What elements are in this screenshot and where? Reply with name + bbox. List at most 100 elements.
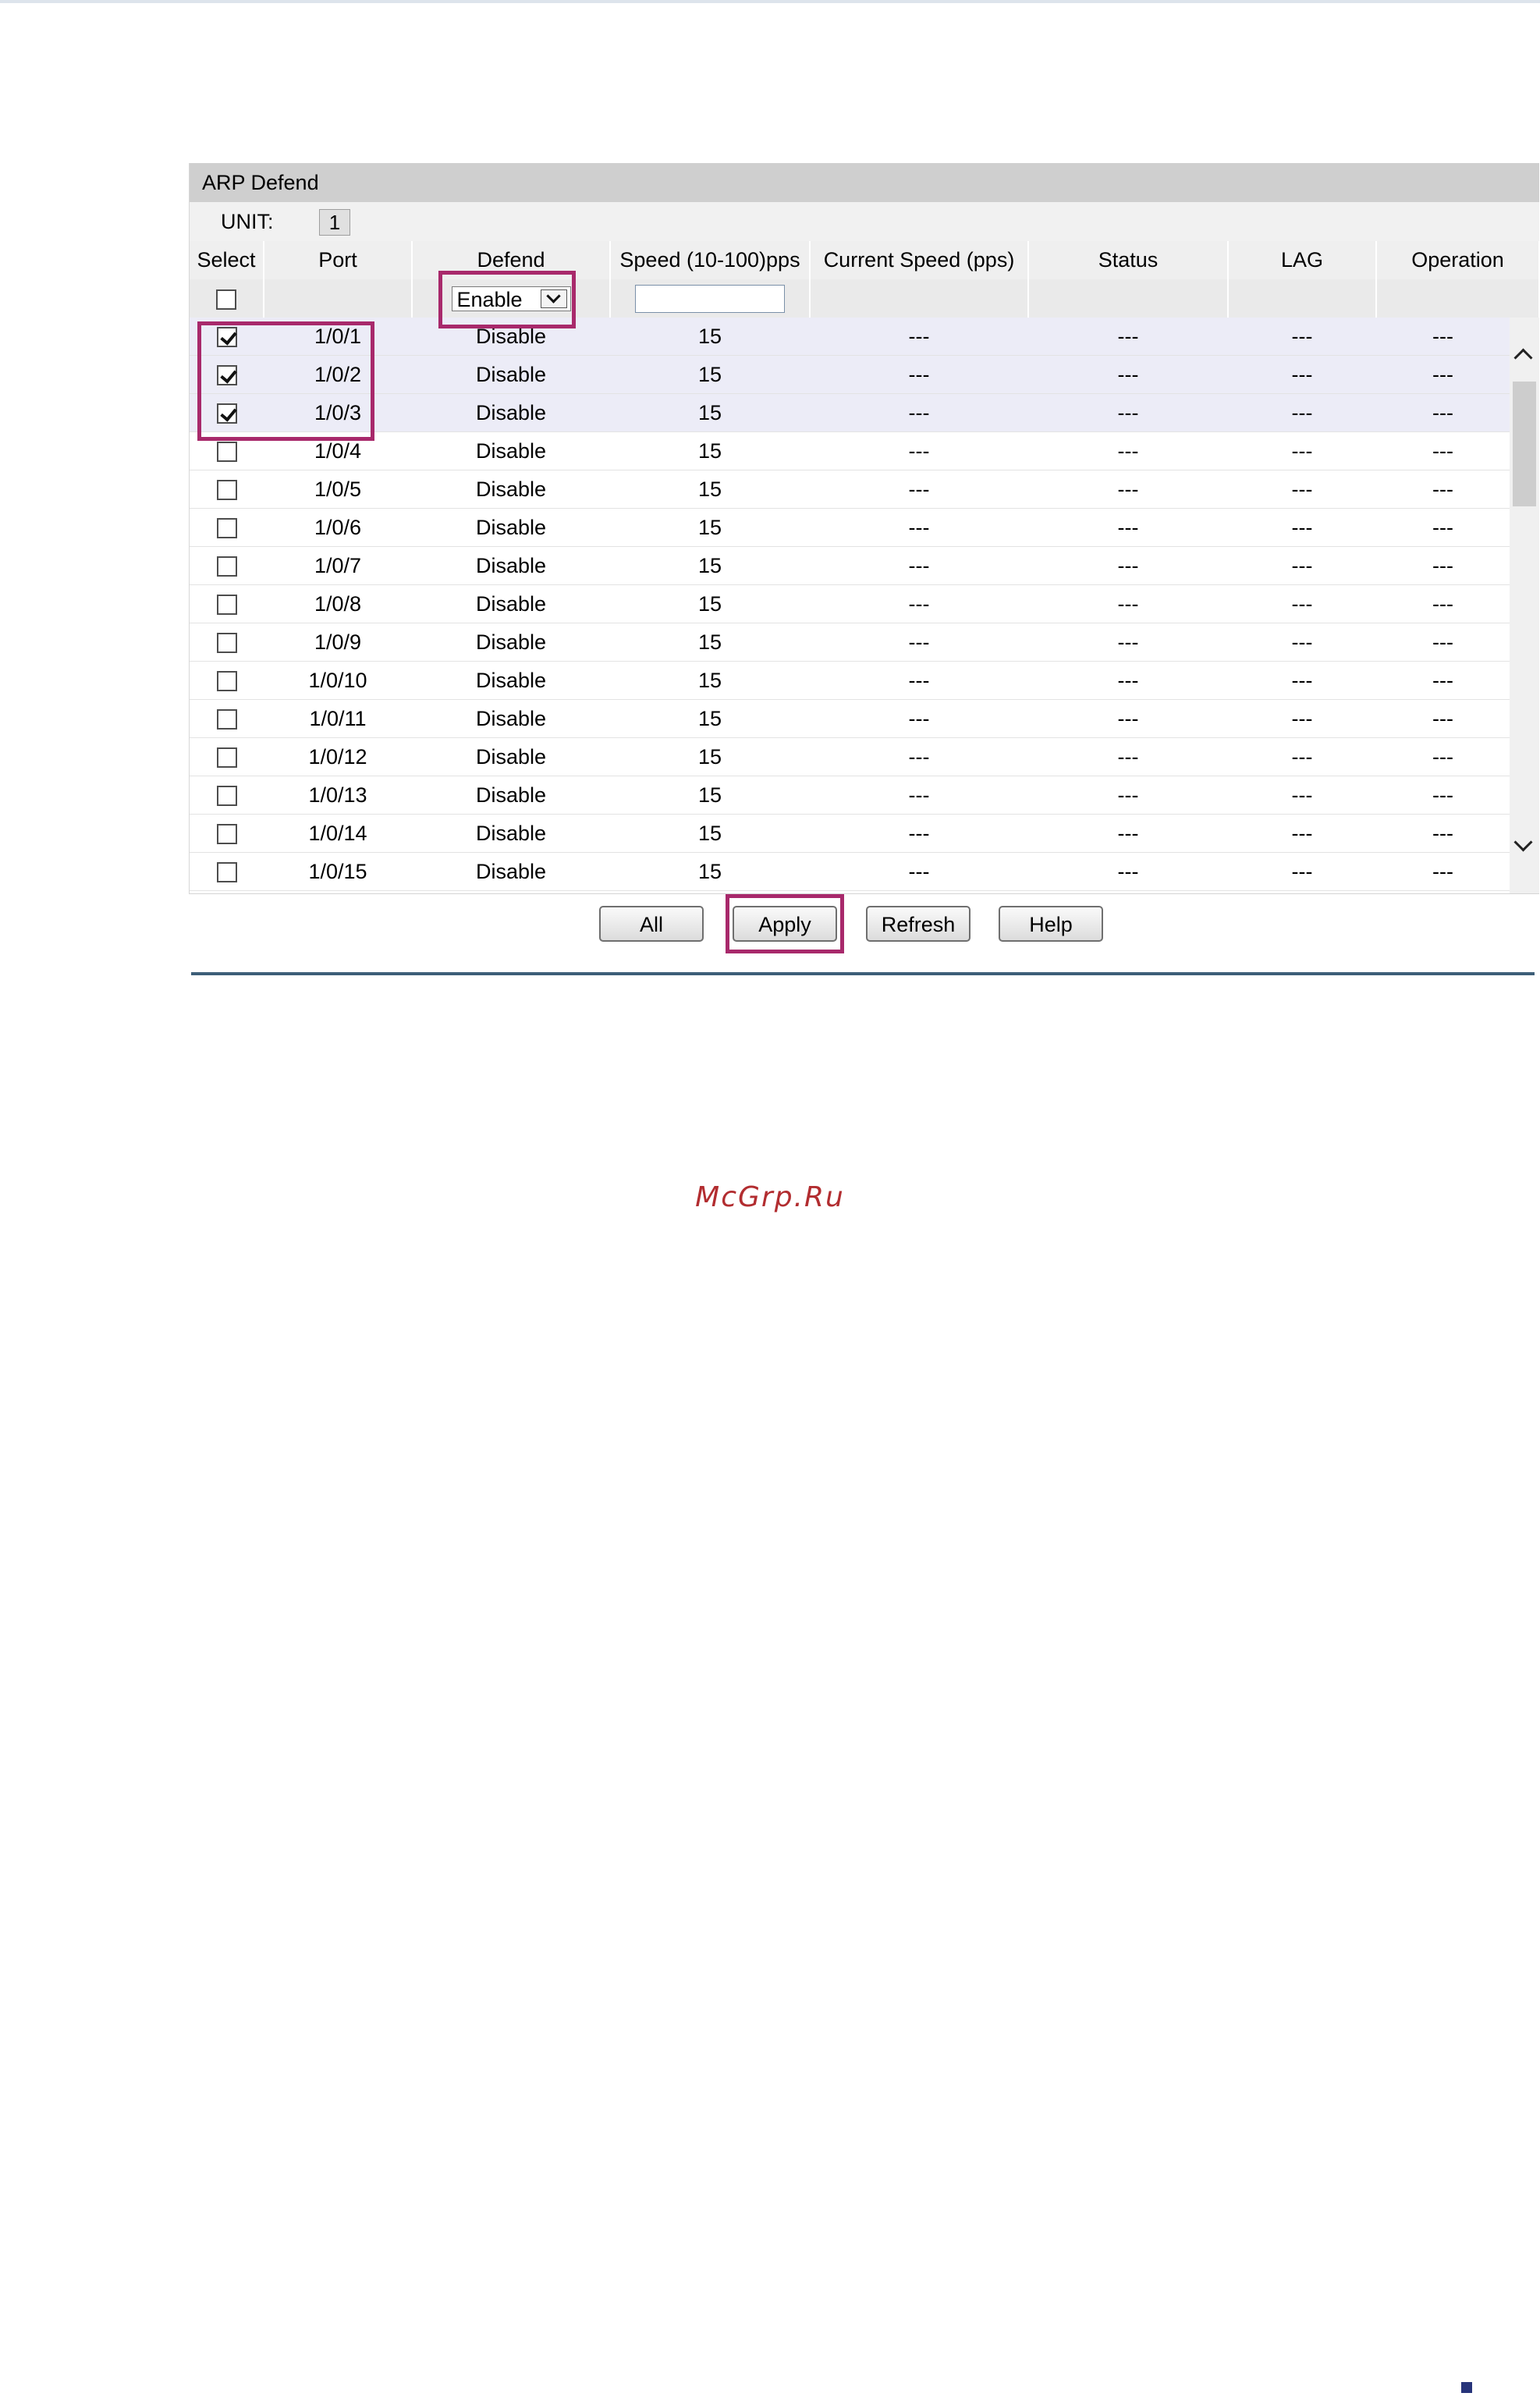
status-cell: --- (1028, 661, 1228, 700)
current-speed-cell: --- (810, 546, 1028, 585)
defend-cell: Disable (412, 852, 610, 891)
unit-label: UNIT: (221, 210, 274, 233)
status-cell: --- (1028, 814, 1228, 853)
defend-cell: Disable (412, 546, 610, 585)
table-row[interactable]: 1/0/15 Disable 15 --- --- --- --- (190, 852, 1510, 891)
col-header-port: Port (264, 241, 413, 279)
lag-cell: --- (1228, 431, 1376, 470)
table-row[interactable]: 1/0/12 Disable 15 --- --- --- --- (190, 737, 1510, 776)
port-cell: 1/0/12 (264, 737, 412, 776)
table-row[interactable]: 1/0/8 Disable 15 --- --- --- --- (190, 584, 1510, 623)
status-cell: --- (1028, 318, 1228, 356)
row-select-checkbox[interactable] (216, 671, 237, 692)
help-button[interactable]: Help (999, 906, 1103, 942)
defend-cell: Disable (412, 623, 610, 662)
select-all-checkbox[interactable] (216, 289, 236, 310)
table-row[interactable]: 1/0/11 Disable 15 --- --- --- --- (190, 699, 1510, 738)
speed-cell: 15 (610, 546, 810, 585)
table-row[interactable]: 1/0/13 Disable 15 --- --- --- --- (190, 776, 1510, 815)
operation-cell: --- (1376, 623, 1510, 662)
col-header-lag: LAG (1228, 241, 1377, 279)
all-button[interactable]: All (599, 906, 704, 942)
speed-cell: 15 (610, 699, 810, 738)
chevron-down-icon[interactable] (540, 289, 567, 308)
speed-input[interactable] (635, 284, 785, 313)
table-row[interactable]: 1/0/10 Disable 15 --- --- --- --- (190, 661, 1510, 700)
current-speed-cell: --- (810, 508, 1028, 547)
operation-cell: --- (1376, 431, 1510, 470)
row-select-checkbox[interactable] (216, 824, 237, 845)
row-select-checkbox[interactable] (216, 403, 237, 424)
row-select-checkbox[interactable] (216, 709, 237, 730)
speed-cell: 15 (610, 470, 810, 509)
lag-cell: --- (1228, 852, 1376, 891)
lag-cell: --- (1228, 776, 1376, 815)
speed-cell: 15 (610, 776, 810, 815)
table-row[interactable]: 1/0/7 Disable 15 --- --- --- --- (190, 546, 1510, 585)
operation-cell: --- (1376, 318, 1510, 356)
defend-cell: Disable (412, 737, 610, 776)
operation-cell: --- (1376, 508, 1510, 547)
row-select-checkbox[interactable] (216, 365, 237, 386)
defend-cell: Disable (412, 431, 610, 470)
chevron-down-icon[interactable] (1513, 833, 1533, 852)
lag-cell: --- (1228, 661, 1376, 700)
operation-cell: --- (1376, 737, 1510, 776)
port-cell: 1/0/7 (264, 546, 412, 585)
row-select-checkbox[interactable] (216, 480, 237, 501)
lag-cell: --- (1228, 355, 1376, 394)
row-select-checkbox[interactable] (216, 518, 237, 539)
defend-select[interactable]: Enable (451, 286, 571, 311)
speed-cell: 15 (610, 814, 810, 853)
col-header-speed: Speed (10-100)pps (610, 241, 811, 279)
button-bar: All Apply Refresh Help (0, 906, 1540, 943)
col-header-current-speed: Current Speed (pps) (810, 241, 1029, 279)
row-select-checkbox[interactable] (216, 786, 237, 807)
bulk-edit-row: Enable (190, 279, 1540, 318)
apply-button[interactable]: Apply (733, 906, 837, 942)
current-speed-cell: --- (810, 584, 1028, 623)
status-cell: --- (1028, 508, 1228, 547)
unit-row: UNIT: 1 (190, 202, 1539, 241)
lag-cell: --- (1228, 584, 1376, 623)
scrollbar-thumb[interactable] (1513, 382, 1536, 506)
speed-cell: 15 (610, 661, 810, 700)
row-select-checkbox[interactable] (216, 327, 237, 348)
row-select-checkbox[interactable] (216, 862, 237, 883)
table-row[interactable]: 1/0/4 Disable 15 --- --- --- --- (190, 431, 1510, 470)
current-speed-cell: --- (810, 776, 1028, 815)
operation-cell: --- (1376, 699, 1510, 738)
unit-selector[interactable]: 1 (319, 209, 350, 236)
port-cell: 1/0/3 (264, 393, 412, 432)
vertical-scrollbar[interactable] (1510, 318, 1539, 893)
port-table-scroll-area[interactable]: 1/0/1 Disable 15 --- --- --- --- 1/0/2 Disable 15… (190, 318, 1539, 894)
lag-cell: --- (1228, 393, 1376, 432)
defend-cell: Disable (412, 470, 610, 509)
speed-cell: 15 (610, 852, 810, 891)
row-select-checkbox[interactable] (216, 556, 237, 577)
speed-cell: 15 (610, 355, 810, 394)
row-select-checkbox[interactable] (216, 633, 237, 654)
lag-cell: --- (1228, 470, 1376, 509)
table-row[interactable]: 1/0/3 Disable 15 --- --- --- --- (190, 393, 1510, 432)
page-marker (1461, 2382, 1472, 2393)
table-row[interactable]: 1/0/14 Disable 15 --- --- --- --- (190, 814, 1510, 853)
speed-cell: 15 (610, 393, 810, 432)
row-select-checkbox[interactable] (216, 595, 237, 616)
table-row[interactable]: 1/0/9 Disable 15 --- --- --- --- (190, 623, 1510, 662)
watermark: McGrp.Ru (695, 1181, 845, 1213)
table-row[interactable]: 1/0/1 Disable 15 --- --- --- --- (190, 318, 1510, 356)
table-row[interactable]: 1/0/5 Disable 15 --- --- --- --- (190, 470, 1510, 509)
port-cell: 1/0/15 (264, 852, 412, 891)
table-row[interactable]: 1/0/6 Disable 15 --- --- --- --- (190, 508, 1510, 547)
defend-cell: Disable (412, 393, 610, 432)
refresh-button[interactable]: Refresh (866, 906, 970, 942)
defend-cell: Disable (412, 355, 610, 394)
row-select-checkbox[interactable] (216, 747, 237, 769)
operation-cell: --- (1376, 776, 1510, 815)
chevron-up-icon[interactable] (1513, 348, 1533, 367)
table-row[interactable]: 1/0/2 Disable 15 --- --- --- --- (190, 355, 1510, 394)
status-cell: --- (1028, 584, 1228, 623)
defend-cell: Disable (412, 661, 610, 700)
row-select-checkbox[interactable] (216, 442, 237, 463)
